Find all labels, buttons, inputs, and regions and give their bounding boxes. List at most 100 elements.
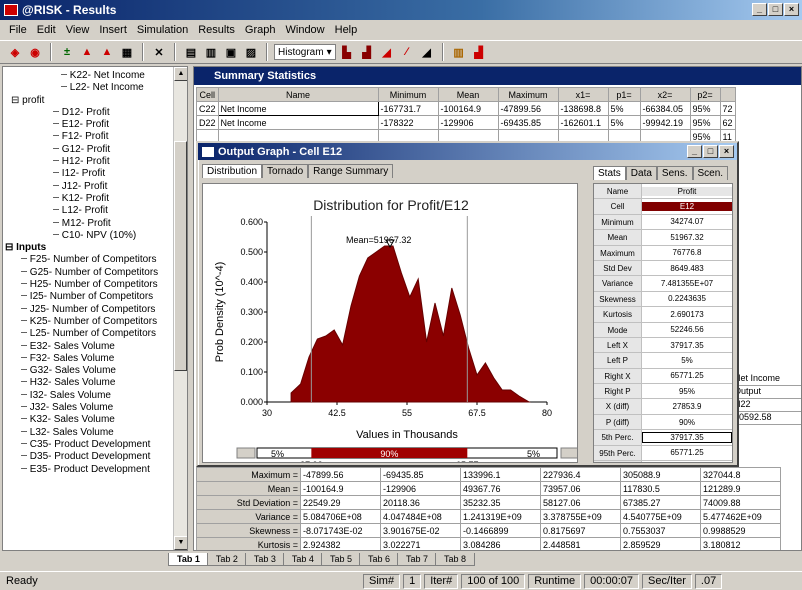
tree-item[interactable]: ┄ D12- Profit [3, 107, 187, 119]
table-cell[interactable]: 2.859529 [620, 537, 701, 550]
tree-item[interactable]: ┄ C35- Product Development [3, 439, 187, 451]
menu-graph[interactable]: Graph [240, 24, 281, 36]
tree-item[interactable]: ┄ E32- Sales Volume [3, 341, 187, 353]
stats-value[interactable]: 5% [642, 356, 732, 365]
tree-item[interactable]: ┄ I25- Number of Competitors [3, 291, 187, 303]
table-cell[interactable]: 133996.1 [460, 467, 541, 482]
table-cell[interactable]: -8.071743E-02 [300, 523, 381, 538]
table-cell[interactable]: 5% [607, 101, 641, 116]
table-cell[interactable]: 49367.76 [460, 481, 541, 496]
scroll-up-icon[interactable]: ▲ [174, 67, 187, 81]
tab-tornado[interactable]: Tornado [262, 164, 309, 178]
tree-item[interactable]: ┄ F25- Number of Competitors [3, 254, 187, 266]
scroll-down-icon[interactable]: ▼ [174, 536, 187, 550]
stats-value[interactable]: 2.690173 [642, 310, 732, 319]
tree-item[interactable]: ┄ J25- Number of Competitors [3, 304, 187, 316]
stats-value[interactable]: 95% [642, 387, 732, 396]
stats-value[interactable]: 65771.25 [642, 371, 732, 380]
outputs-icon[interactable]: ▲ [78, 43, 96, 61]
fit-icon[interactable]: ✕ [150, 43, 168, 61]
tree-item[interactable]: ┄ K32- Sales Volume [3, 414, 187, 426]
table-cell[interactable]: -100164.9 [437, 101, 499, 116]
tree-item[interactable]: ┄ H12- Profit [3, 156, 187, 168]
tab-scen[interactable]: Scen. [692, 166, 729, 180]
menu-simulation[interactable]: Simulation [132, 24, 193, 36]
add-output-icon[interactable]: ▲ [98, 43, 116, 61]
table-cell[interactable]: -69435.85 [497, 115, 559, 130]
tree-item[interactable]: ┄ K12- Profit [3, 193, 187, 205]
tree-item[interactable]: ┄ G32- Sales Volume [3, 365, 187, 377]
tree-item[interactable]: ┄ M12- Profit [3, 218, 187, 230]
table-cell[interactable]: 3.378755E+09 [540, 509, 621, 524]
table-cell[interactable]: 62 [719, 115, 736, 130]
column-header[interactable]: x1= [557, 87, 609, 102]
table-cell[interactable]: -69435.85 [380, 467, 461, 482]
table-cell[interactable]: 5.477462E+09 [700, 509, 781, 524]
menu-help[interactable]: Help [330, 24, 363, 36]
summary-graph-icon[interactable]: ▥ [450, 43, 468, 61]
column-header[interactable]: Name [217, 87, 379, 102]
tree-item[interactable]: ┄ G12- Profit [3, 144, 187, 156]
tree-item[interactable]: ┄ F32- Sales Volume [3, 353, 187, 365]
stats-value[interactable]: 37917.35 [642, 341, 732, 350]
table-cell[interactable]: 95% [689, 115, 721, 130]
table-icon[interactable]: ▦ [118, 43, 136, 61]
table-cell[interactable]: -47899.56 [300, 467, 381, 482]
tree-item[interactable]: ┄ G25- Number of Competitors [3, 267, 187, 279]
table-cell[interactable]: 4.540775E+09 [620, 509, 701, 524]
table-cell[interactable]: 0.9988529 [700, 523, 781, 538]
og-minimize-button[interactable]: _ [687, 145, 702, 158]
table-cell[interactable]: 95% [689, 101, 721, 116]
tree-item[interactable]: ┄ L22- Net Income [3, 82, 187, 94]
stats-value[interactable]: 7.481355E+07 [642, 279, 732, 288]
table-cell[interactable]: -178322 [377, 115, 439, 130]
line-chart-icon[interactable]: ∕ [398, 43, 416, 61]
table-cell[interactable]: -66384.05 [639, 101, 691, 116]
og-maximize-button[interactable]: □ [703, 145, 718, 158]
bar-chart-icon[interactable]: ▟ [358, 43, 376, 61]
stats-value[interactable]: 90% [642, 418, 732, 427]
table-cell[interactable]: 2.924382 [300, 537, 381, 550]
tree-item[interactable]: ┄ L32- Sales Volume [3, 427, 187, 439]
table-row[interactable]: D22 Net Income -178322 -129906 -69435.85 -162… [196, 115, 736, 130]
tree-group[interactable]: ⊟ profit [3, 95, 187, 107]
stats-value[interactable]: 51967.32 [642, 233, 732, 242]
table-cell[interactable]: Net Income [217, 101, 379, 116]
tree-item[interactable]: ┄ K22- Net Income [3, 70, 187, 82]
graph-type-select[interactable]: Histogram ▾ [274, 44, 336, 60]
table-row[interactable]: Skewness = -8.071743E-02 3.901675E-02 -0.14… [196, 523, 781, 538]
stats-value[interactable]: 34274.07 [642, 217, 732, 226]
menu-window[interactable]: Window [281, 24, 330, 36]
histogram-icon[interactable]: ▙ [338, 43, 356, 61]
table-cell[interactable]: -129906 [380, 481, 461, 496]
table-cell[interactable]: -99942.19 [639, 115, 691, 130]
table-cell[interactable]: 0.8175697 [540, 523, 621, 538]
table-cell[interactable]: 0.7553037 [620, 523, 701, 538]
table-cell[interactable]: 5% [607, 115, 641, 130]
simulate-icon[interactable]: ◈ [6, 43, 24, 61]
table-row[interactable]: Mean = -100164.9 -129906 49367.76 73957.06 11… [196, 481, 781, 496]
table-cell[interactable]: C22 [196, 101, 219, 116]
table-cell[interactable]: 5.084706E+08 [300, 509, 381, 524]
excel-icon[interactable]: ▣ [222, 43, 240, 61]
tree-item[interactable]: ┄ D35- Product Development [3, 451, 187, 463]
column-header[interactable]: Minimum [377, 87, 439, 102]
table-cell[interactable]: 72 [719, 101, 736, 116]
tree-item[interactable]: ┄ E12- Profit [3, 119, 187, 131]
menu-insert[interactable]: Insert [94, 24, 132, 36]
stats-value[interactable]: 37917.35 [642, 431, 732, 443]
tree-item[interactable]: ┄ I32- Sales Volume [3, 390, 187, 402]
tab-range-summary[interactable]: Range Summary [308, 164, 394, 178]
sheet-tab[interactable]: Tab 1 [168, 553, 209, 566]
table-cell[interactable]: 121289.9 [700, 481, 781, 496]
table-cell[interactable]: 67385.27 [620, 495, 701, 510]
stats-value[interactable]: E12 [642, 202, 732, 212]
sheet-icon[interactable]: ▥ [202, 43, 220, 61]
stats-value[interactable]: 0.2243635 [642, 294, 732, 303]
og-close-button[interactable]: × [719, 145, 734, 158]
column-header[interactable]: p2= [689, 87, 721, 102]
stats-value[interactable]: 76776.8 [642, 248, 732, 257]
maximize-button[interactable]: □ [768, 3, 783, 16]
column-header[interactable] [719, 87, 736, 102]
tree-item[interactable]: ┄ I12- Profit [3, 168, 187, 180]
